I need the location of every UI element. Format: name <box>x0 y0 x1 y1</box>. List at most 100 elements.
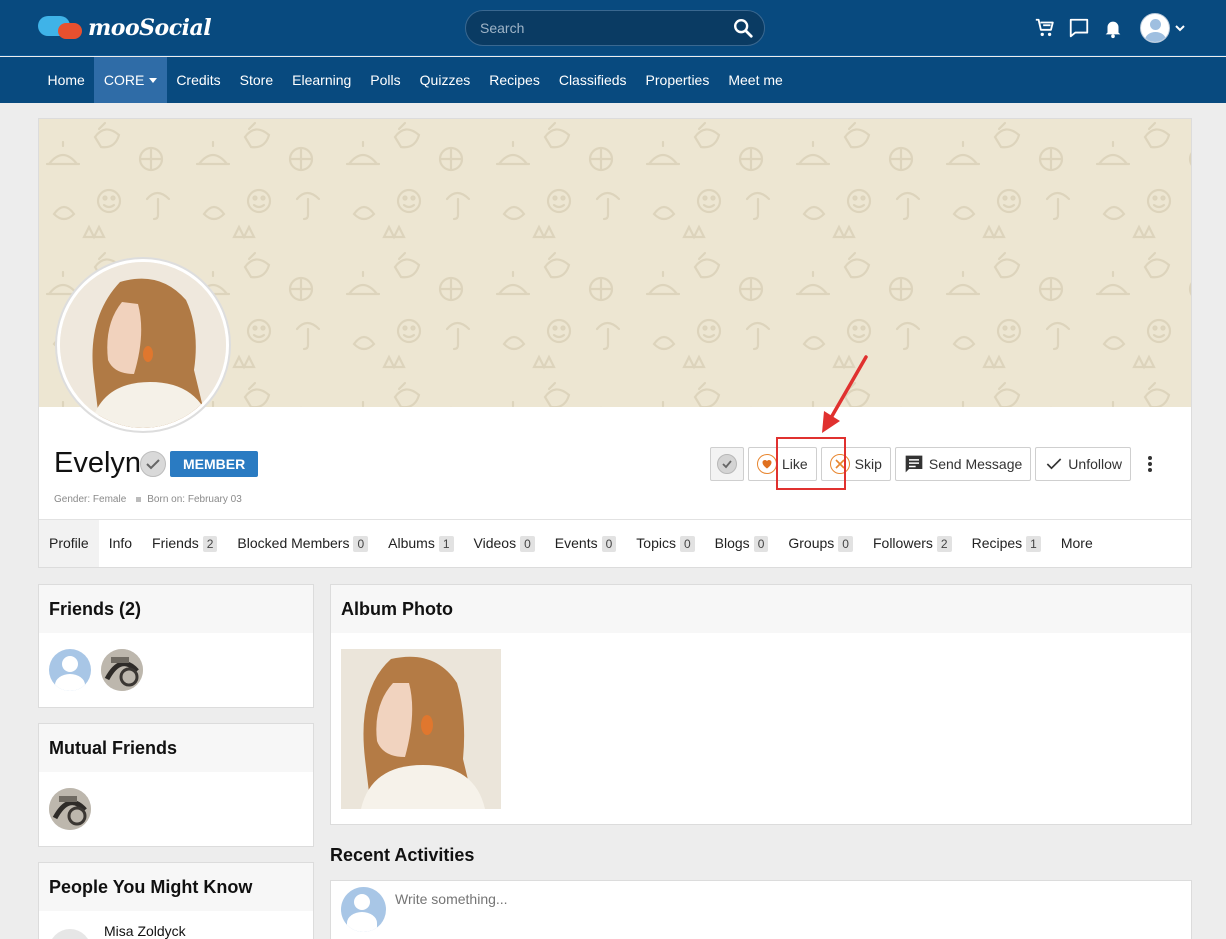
unfollow-label: Unfollow <box>1068 456 1122 472</box>
tab-count: 1 <box>1026 536 1041 552</box>
tab-videos[interactable]: Videos 0 <box>464 520 545 567</box>
profile-avatar[interactable] <box>55 257 231 433</box>
profile-actions: Like Skip Send Message Unfollow <box>706 447 1165 481</box>
verified-icon <box>140 451 166 477</box>
tab-label: More <box>1060 535 1093 551</box>
album-photo-box: Album Photo <box>330 584 1192 825</box>
pymk-name[interactable]: Misa Zoldyck <box>104 923 186 939</box>
profile-tabs: Profile Info Friends 2 Blocked Members 0 A… <box>39 519 1191 567</box>
tab-count: 0 <box>520 536 535 552</box>
tab-count: 2 <box>202 536 218 552</box>
main-nav: Home CORE Credits Store Elearning Polls … <box>0 57 1226 103</box>
tab-groups[interactable]: Groups 0 <box>778 520 863 567</box>
tab-blogs[interactable]: Blogs 0 <box>705 520 779 567</box>
friend-avatar[interactable] <box>49 649 91 691</box>
profile-photo <box>60 262 226 428</box>
tab-profile[interactable]: Profile <box>39 520 99 567</box>
people-you-might-know-box: People You Might Know Misa Zoldyck <box>38 862 314 939</box>
tab-count: 1 <box>438 536 454 552</box>
album-thumbnail[interactable] <box>341 649 501 809</box>
search-box <box>465 10 765 46</box>
cart-icon[interactable] <box>1034 17 1056 39</box>
tab-info[interactable]: Info <box>99 520 142 567</box>
search-icon[interactable] <box>732 17 754 39</box>
profile-name: Evelyn <box>54 447 142 479</box>
tab-label: Albums <box>388 535 435 551</box>
tab-blocked-members[interactable]: Blocked Members 0 <box>227 520 378 567</box>
close-icon <box>829 454 850 474</box>
user-avatar[interactable] <box>1140 13 1170 43</box>
tab-count: 0 <box>679 536 695 552</box>
chat-icon[interactable] <box>1068 17 1090 39</box>
checkmark-icon <box>1047 458 1062 470</box>
mutual-friends-box: Mutual Friends <box>38 723 314 847</box>
tab-recipes[interactable]: Recipes 1 <box>962 520 1051 567</box>
tab-label: Recipes <box>971 535 1023 551</box>
composer-box <box>330 880 1192 939</box>
check-button[interactable] <box>709 447 744 481</box>
nav-meet-me[interactable]: Meet me <box>719 57 792 103</box>
tab-count: 0 <box>838 536 853 552</box>
composer-avatar <box>341 887 386 932</box>
send-message-label: Send Message <box>928 456 1023 472</box>
tab-followers[interactable]: Followers 2 <box>863 520 962 567</box>
mutual-friend-avatar[interactable] <box>49 788 91 830</box>
tab-label: Blocked Members <box>237 535 350 551</box>
tab-label: Info <box>108 535 133 551</box>
tab-more[interactable]: More <box>1051 520 1103 567</box>
nav-core[interactable]: CORE <box>94 57 167 103</box>
skip-label: Skip <box>854 456 882 472</box>
recent-activities-title: Recent Activities <box>330 845 475 865</box>
tab-label: Followers <box>872 535 933 551</box>
tab-label: Videos <box>473 535 517 551</box>
mutual-friends-title: Mutual Friends <box>39 724 313 772</box>
friends-title: Friends (2) <box>39 585 313 633</box>
profile-meta: Gender: Female Born on: February 03 <box>54 494 242 505</box>
profile-card: Evelyn MEMBER Gender: Female Born on: Feb… <box>38 118 1192 568</box>
like-button[interactable]: Like <box>747 447 817 481</box>
nav-core-label: CORE <box>103 72 145 88</box>
tab-count: 0 <box>353 536 369 552</box>
gender-text: Gender: Female <box>54 494 127 505</box>
pymk-title: People You Might Know <box>39 863 313 911</box>
pymk-avatar[interactable] <box>49 929 91 939</box>
tab-label: Topics <box>636 535 676 551</box>
tab-count: 2 <box>936 536 952 552</box>
tab-label: Profile <box>49 535 89 551</box>
logo-icon <box>38 14 84 42</box>
member-badge: MEMBER <box>170 451 259 477</box>
skip-button[interactable]: Skip <box>820 447 891 481</box>
album-photo-title: Album Photo <box>331 585 1191 633</box>
tab-topics[interactable]: Topics 0 <box>626 520 704 567</box>
friends-box: Friends (2) <box>38 584 314 708</box>
nav-credits[interactable]: Credits <box>167 57 230 103</box>
bell-icon[interactable] <box>1102 17 1124 39</box>
write-something-input[interactable] <box>395 891 995 907</box>
unfollow-button[interactable]: Unfollow <box>1035 447 1131 481</box>
check-icon <box>716 454 737 474</box>
send-message-button[interactable]: Send Message <box>894 447 1032 481</box>
nav-polls[interactable]: Polls <box>361 57 410 103</box>
nav-store[interactable]: Store <box>230 57 282 103</box>
more-options-icon[interactable] <box>1135 447 1165 481</box>
tab-label: Friends <box>152 535 199 551</box>
top-icons <box>1022 12 1186 44</box>
logo[interactable]: mooSocial <box>38 14 212 42</box>
nav-recipes[interactable]: Recipes <box>480 57 550 103</box>
tab-events[interactable]: Events 0 <box>545 520 627 567</box>
heart-icon <box>756 454 777 474</box>
friend-avatar[interactable] <box>101 649 143 691</box>
nav-quizzes[interactable]: Quizzes <box>410 57 480 103</box>
caret-down-icon <box>149 77 158 83</box>
tab-friends[interactable]: Friends 2 <box>142 520 227 567</box>
chevron-down-icon[interactable] <box>1174 22 1186 34</box>
tab-label: Events <box>554 535 598 551</box>
tab-albums[interactable]: Albums 1 <box>378 520 463 567</box>
logo-text: mooSocial <box>88 15 212 41</box>
nav-elearning[interactable]: Elearning <box>283 57 361 103</box>
nav-properties[interactable]: Properties <box>636 57 719 103</box>
search-input[interactable] <box>480 18 720 38</box>
nav-classifieds[interactable]: Classifieds <box>549 57 636 103</box>
top-bar: mooSocial <box>0 0 1226 56</box>
nav-home[interactable]: Home <box>38 57 94 103</box>
